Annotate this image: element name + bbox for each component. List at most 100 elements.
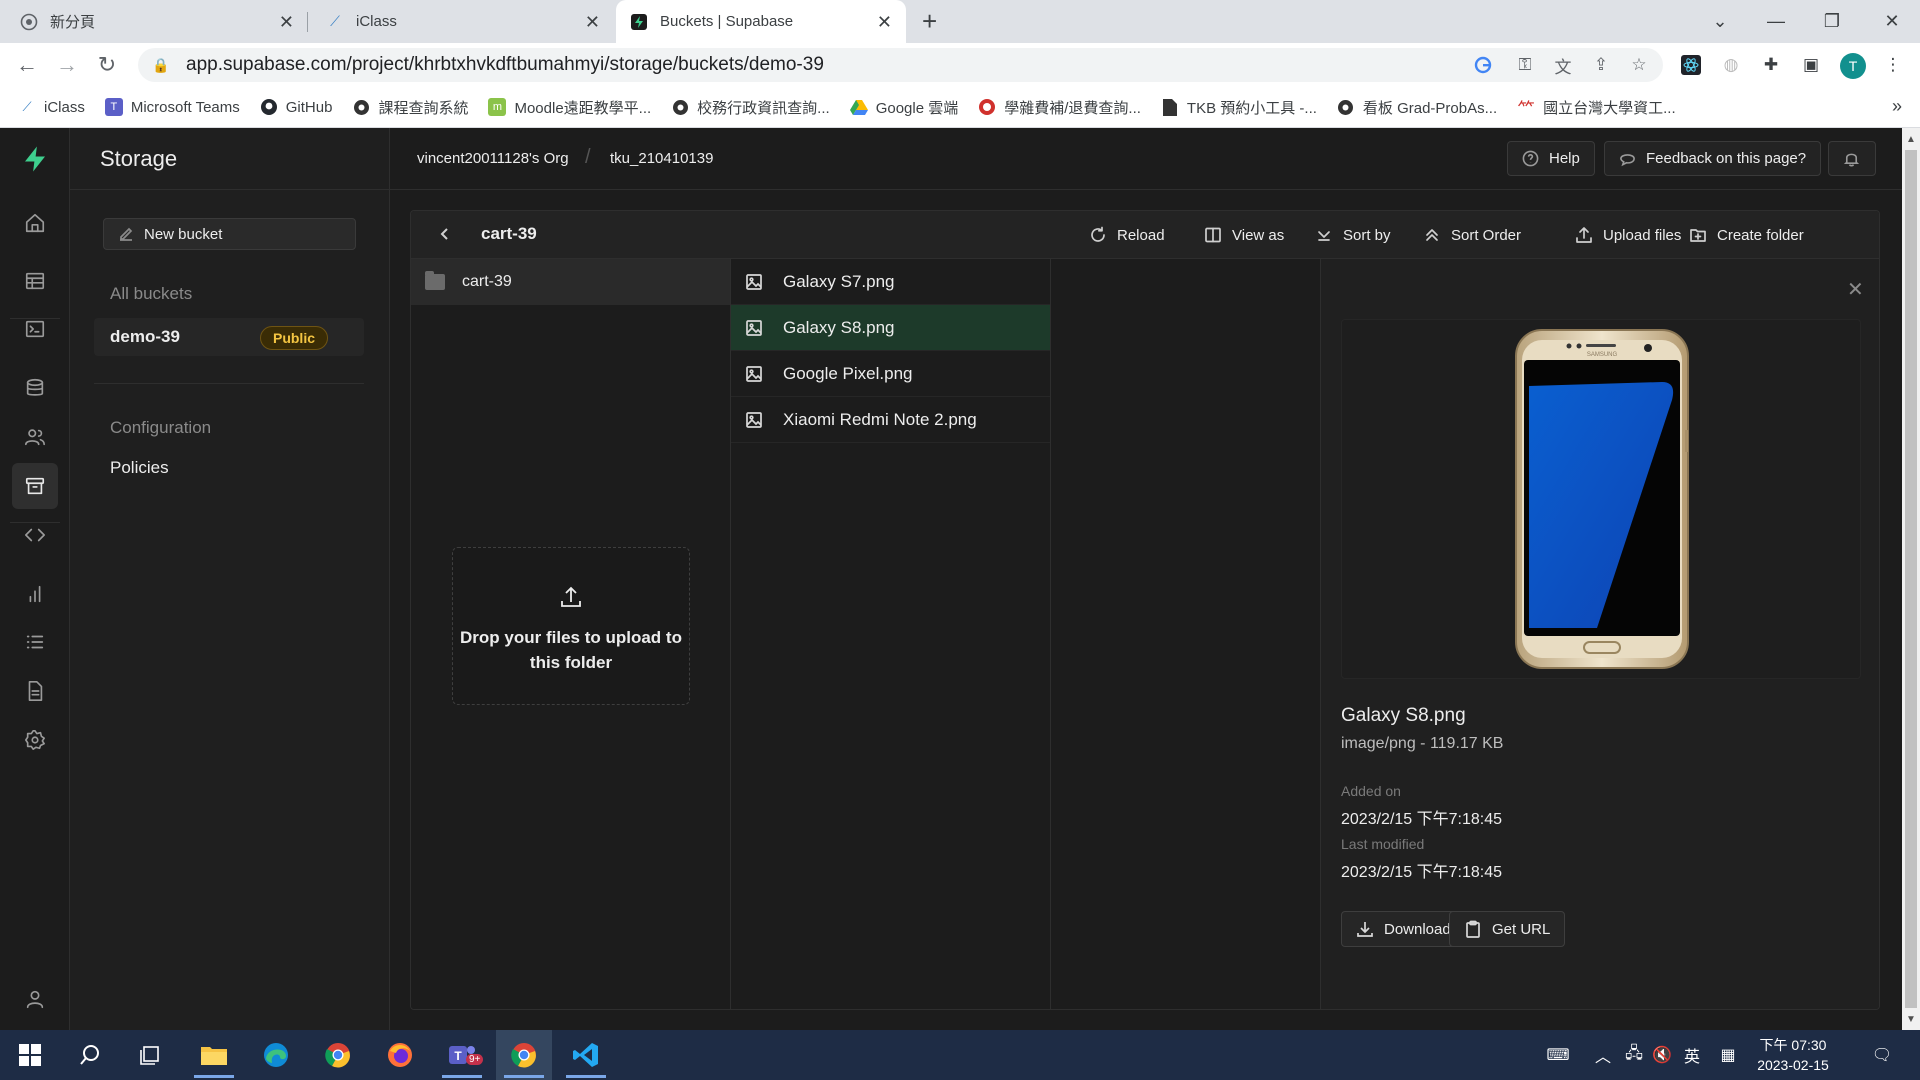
bookmark-teams[interactable]: T Microsoft Teams: [104, 98, 240, 116]
home-icon[interactable]: [12, 200, 58, 246]
key-icon[interactable]: ⚿: [1514, 54, 1536, 76]
notifications-button[interactable]: [1828, 141, 1876, 176]
sort-order-button[interactable]: Sort Order: [1423, 211, 1521, 259]
google-icon[interactable]: [1472, 54, 1494, 76]
bookmark-ntu[interactable]: ⺮國立台灣大學資工...: [1517, 97, 1676, 119]
bookmark-github[interactable]: GitHub: [260, 98, 332, 116]
browser-tab-newtab[interactable]: 新分頁 ✕: [6, 0, 308, 43]
restore-button[interactable]: ❐: [1804, 0, 1860, 43]
close-preview-icon[interactable]: ✕: [1847, 277, 1864, 302]
ime-indicator[interactable]: 英: [1678, 1030, 1706, 1080]
translate-icon[interactable]: 文: [1552, 54, 1574, 77]
view-as-button[interactable]: View as: [1204, 211, 1284, 259]
ime-mode-icon[interactable]: ▦: [1714, 1030, 1742, 1080]
bookmark-tuition[interactable]: 學雜費補/退費查詢...: [978, 97, 1141, 118]
scroll-down-icon[interactable]: ▼: [1902, 1010, 1920, 1028]
upload-dropzone[interactable]: Drop your files to upload to this folder: [452, 547, 690, 705]
new-bucket-button[interactable]: New bucket: [103, 218, 356, 250]
chrome-menu-icon[interactable]: ⋮: [1880, 52, 1906, 78]
breadcrumb-project[interactable]: tku_210410139: [610, 150, 713, 167]
browser-tab-supabase[interactable]: Buckets | Supabase ✕: [616, 0, 906, 43]
back-chevron-icon[interactable]: [435, 224, 455, 244]
address-bar[interactable]: 🔒 app.supabase.com/project/khrbtxhvkdftb…: [138, 48, 1663, 82]
policies-link[interactable]: Policies: [110, 458, 169, 478]
new-tab-button[interactable]: +: [922, 6, 937, 37]
task-view-icon[interactable]: [122, 1030, 178, 1080]
bookmark-iclass[interactable]: ⟋ iClass: [18, 98, 84, 116]
database-icon[interactable]: [12, 365, 58, 411]
scroll-up-icon[interactable]: ▲: [1902, 130, 1920, 148]
sort-by-button[interactable]: Sort by: [1315, 211, 1391, 259]
sql-editor-icon[interactable]: [12, 306, 58, 352]
storage-icon[interactable]: [12, 463, 58, 509]
minimize-button[interactable]: —: [1748, 0, 1804, 43]
react-devtools-icon[interactable]: [1678, 52, 1704, 78]
download-button[interactable]: Download: [1341, 911, 1466, 947]
get-url-button[interactable]: Get URL: [1449, 911, 1566, 947]
file-row[interactable]: Xiaomi Redmi Note 2.png: [731, 397, 1050, 443]
clock[interactable]: 下午 07:30 2023-02-15: [1748, 1035, 1838, 1075]
reload-button[interactable]: Reload: [1089, 211, 1165, 259]
close-tab-icon[interactable]: ✕: [877, 12, 892, 33]
back-arrow-icon[interactable]: ←: [13, 51, 41, 79]
chrome-active-window-icon[interactable]: [496, 1030, 552, 1080]
windows-start-icon[interactable]: [2, 1030, 58, 1080]
create-folder-button[interactable]: Create folder: [1689, 211, 1804, 259]
chrome-icon[interactable]: [310, 1030, 366, 1080]
volume-muted-icon[interactable]: 🔇: [1648, 1030, 1676, 1080]
share-icon[interactable]: ⇪: [1590, 54, 1612, 76]
tab-search-icon[interactable]: ⌄: [1692, 0, 1748, 43]
side-panel-icon[interactable]: ▣: [1798, 52, 1824, 78]
vscode-icon[interactable]: [558, 1030, 614, 1080]
table-editor-icon[interactable]: [12, 258, 58, 304]
supabase-logo-icon[interactable]: [12, 136, 58, 182]
preview-file-meta: image/png - 119.17 KB: [1341, 735, 1504, 752]
bookmark-course[interactable]: 課程查詢系統: [352, 97, 468, 118]
browser-tab-iclass[interactable]: ⟋ iClass ✕: [312, 0, 614, 43]
reload-icon[interactable]: ↻: [93, 51, 121, 79]
extensions-puzzle-icon[interactable]: ✚: [1758, 52, 1784, 78]
scrollbar-thumb[interactable]: [1905, 150, 1917, 1008]
iclass-icon: ⟋: [330, 13, 340, 29]
bookmark-moodle[interactable]: m Moodle遠距教學平...: [488, 97, 651, 118]
network-icon[interactable]: 🖧: [1620, 1030, 1648, 1080]
feedback-button[interactable]: Feedback on this page?: [1604, 141, 1822, 176]
close-window-button[interactable]: ✕: [1864, 0, 1920, 43]
bookmark-admin[interactable]: 校務行政資訊查詢...: [671, 97, 830, 118]
file-explorer-icon[interactable]: [186, 1030, 242, 1080]
notification-center-icon[interactable]: 🗨: [1862, 1030, 1902, 1080]
edge-browser-icon[interactable]: [248, 1030, 304, 1080]
last-modified-value: 2023/2/15 下午7:18:45: [1341, 864, 1503, 881]
bookmark-star-icon[interactable]: ☆: [1628, 54, 1650, 76]
more-bookmarks-icon[interactable]: »: [1892, 96, 1902, 117]
teams-icon[interactable]: T 9+: [434, 1030, 490, 1080]
bookmark-tkb[interactable]: TKB 預約小工具 -...: [1161, 97, 1317, 118]
extension-face-icon[interactable]: ◍: [1718, 52, 1744, 78]
forward-arrow-icon[interactable]: →: [53, 51, 81, 79]
keyboard-icon[interactable]: ⌨: [1540, 1030, 1576, 1080]
firefox-icon[interactable]: [372, 1030, 428, 1080]
search-icon[interactable]: [62, 1030, 118, 1080]
profile-avatar[interactable]: T: [1840, 53, 1866, 79]
edge-functions-icon[interactable]: [12, 512, 58, 558]
settings-gear-icon[interactable]: [12, 717, 58, 763]
breadcrumb-org[interactable]: vincent20011128's Org: [417, 150, 569, 167]
folder-item-cart-39[interactable]: cart-39: [411, 259, 730, 305]
close-tab-icon[interactable]: ✕: [279, 12, 294, 33]
bookmark-drive[interactable]: Google 雲端: [849, 97, 958, 118]
reports-icon[interactable]: [12, 571, 58, 617]
columns-icon: [1205, 227, 1221, 243]
bucket-item-demo-39[interactable]: demo-39 Public: [94, 318, 364, 356]
help-button[interactable]: Help: [1507, 141, 1595, 176]
file-row-selected[interactable]: Galaxy S8.png: [731, 305, 1050, 351]
upload-files-button[interactable]: Upload files: [1575, 211, 1681, 259]
auth-users-icon[interactable]: [12, 414, 58, 460]
file-row[interactable]: Google Pixel.png: [731, 351, 1050, 397]
file-row[interactable]: Galaxy S7.png: [731, 259, 1050, 305]
api-docs-icon[interactable]: [12, 668, 58, 714]
close-tab-icon[interactable]: ✕: [585, 12, 600, 33]
account-user-icon[interactable]: [12, 976, 58, 1022]
chevron-up-icon[interactable]: ︿: [1588, 1030, 1618, 1080]
bookmark-ptt[interactable]: 看板 Grad-ProbAs...: [1337, 97, 1497, 118]
logs-icon[interactable]: [12, 619, 58, 665]
